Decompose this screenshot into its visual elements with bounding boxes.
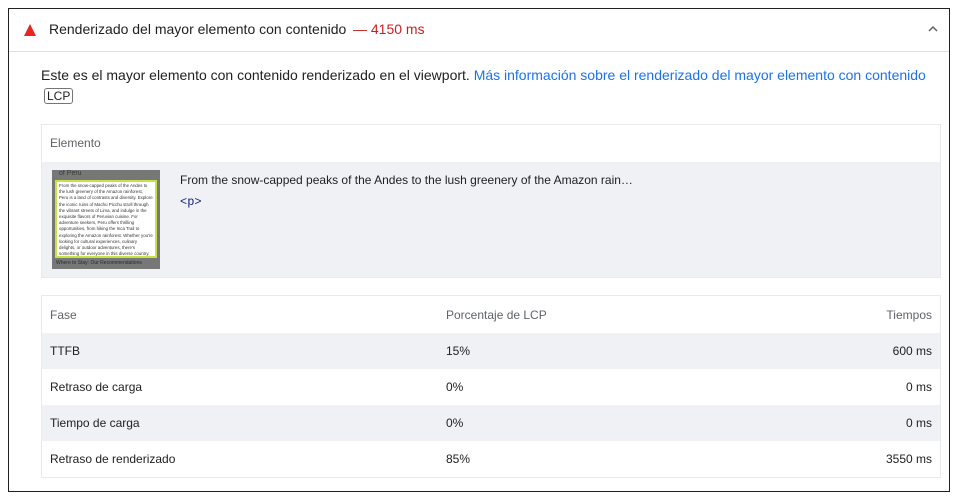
header-percent: Porcentaje de LCP [446,308,547,322]
thumbnail-highlighted-paragraph: From the snow-capped peaks of the Andes … [55,180,157,258]
lcp-audit-panel: Renderizado del mayor elemento con conte… [8,8,950,492]
element-row[interactable]: of Peru From the snow-capped peaks of th… [42,162,940,277]
phase-name: Tiempo de carga [50,416,140,430]
phase-name: Retraso de carga [50,380,143,394]
phase-name: Retraso de renderizado [50,452,176,466]
learn-more-link[interactable]: Más información sobre el renderizado del… [474,67,926,83]
phase-time: 0 ms [905,380,932,394]
audit-header[interactable]: Renderizado del mayor elemento con conte… [9,9,949,52]
description-text: Este es el mayor elemento con contenido … [41,67,474,83]
phase-time: 3550 ms [885,452,932,466]
element-screenshot-thumbnail[interactable]: of Peru From the snow-capped peaks of th… [52,170,160,269]
phase-time: 600 ms [892,344,932,358]
thumbnail-bottom-text: Where to Stay: Our Recommendations [56,260,142,266]
thumbnail-top-text: of Peru [59,170,82,177]
lcp-badge: LCP [44,88,74,104]
warning-triangle-icon [24,24,36,36]
table-row: Retraso de carga 0% 0 ms [42,369,940,405]
phase-percent: 0% [446,380,464,394]
element-snippet-text: From the snow-capped peaks of the Andes … [180,173,633,187]
phase-name: TTFB [50,344,80,358]
audit-description: Este es el mayor elemento con contenido … [41,63,941,87]
audit-metric-value: — 4150 ms [353,21,425,37]
element-node-tag[interactable]: <p> [180,195,202,209]
phase-percent: 0% [446,416,464,430]
table-row: TTFB 15% 600 ms [42,333,940,369]
audit-title: Renderizado del mayor elemento con conte… [49,21,347,37]
phase-percent: 85% [446,452,471,466]
table-row: Retraso de renderizado 85% 3550 ms [42,441,940,477]
header-time: Tiempos [886,308,932,322]
element-table-header: Elemento [42,125,940,163]
table-row: Tiempo de carga 0% 0 ms [42,405,940,441]
phase-table-header: Fase Porcentaje de LCP Tiempos [42,296,940,333]
phase-time: 0 ms [905,416,932,430]
phase-percent: 15% [446,344,471,358]
lcp-phase-table: Fase Porcentaje de LCP Tiempos TTFB 15% … [41,295,941,478]
header-phase: Fase [50,308,77,322]
element-table: Elemento of Peru From the snow-capped pe… [41,124,941,278]
chevron-up-icon[interactable] [927,23,939,35]
